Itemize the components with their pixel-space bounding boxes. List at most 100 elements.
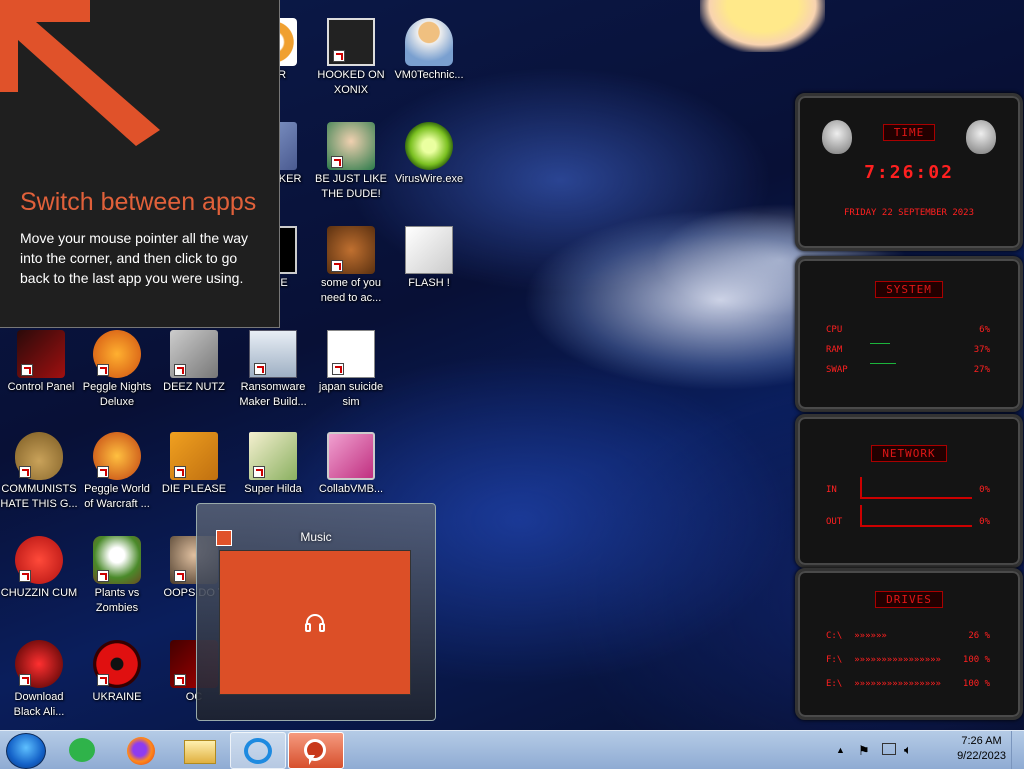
network-icon[interactable] [882, 743, 896, 755]
volume-icon[interactable]: 🔈︎ [904, 742, 912, 758]
icon-label: Plants vs Zombies [94, 587, 140, 614]
swap-bar [870, 363, 896, 364]
control-panel-icon [17, 330, 65, 378]
icon-label: HOOKED ON XONIX [317, 69, 385, 96]
drive-f-row: F:\»»»»»»»»»»»»»»»» 100 % [826, 655, 990, 665]
swap-row: SWAP 27% [826, 365, 990, 375]
tip-body: Move your mouse pointer all the way into… [20, 230, 248, 286]
desktop-icon-ransomware-maker[interactable]: Ransomware Maker Build... [234, 326, 312, 410]
windows-stack-icon [170, 330, 218, 378]
desktop-icon-control-panel[interactable]: Control Panel [2, 326, 80, 395]
internet-explorer-icon [244, 738, 272, 764]
date-readout: FRIDAY 22 SEPTEMBER 2023 [843, 208, 975, 218]
peggle-icon [93, 330, 141, 378]
taskbar-file-explorer[interactable] [172, 732, 226, 767]
icon-label: Super Hilda [244, 483, 302, 495]
radiation-icon [93, 640, 141, 688]
drives-widget: DRIVES C:\»»»»»» 26 % F:\»»»»»»»»»»»»»»»»… [795, 568, 1023, 720]
thumbnail-title: Music [300, 530, 332, 544]
technician-icon [405, 18, 453, 66]
document-icon [327, 330, 375, 378]
taskbar-internet-explorer[interactable] [230, 732, 286, 769]
icon-label: some of you need to ac... [320, 277, 382, 304]
action-center-flag-icon[interactable]: ⚑ [858, 743, 870, 759]
clock-readout: 7:26:02 [864, 162, 954, 183]
taskbar-clock[interactable]: 7:26 AM 9/22/2023 [957, 734, 1006, 764]
firefox-icon [127, 737, 155, 765]
maze-icon [327, 18, 375, 66]
time-widget: TIME 7:26:02 FRIDAY 22 SEPTEMBER 2023 [795, 93, 1023, 251]
desktop-icon-peggle-nights[interactable]: Peggle Nights Deluxe [78, 326, 156, 410]
icon-label: Download Black Ali... [13, 691, 65, 718]
chuzzle-icon [15, 536, 63, 584]
icon-label: DEEZ NUTZ [163, 381, 225, 393]
desktop-icon-peggle-wow[interactable]: Peggle World of Warcraft ... [78, 428, 156, 512]
money-bag-icon [15, 432, 63, 480]
system-tray: ▲ ⚑ 🔈︎ 7:26 AM 9/22/2023 [834, 731, 1024, 769]
peggle-icon [93, 432, 141, 480]
music-thumbnail-preview[interactable]: Music [196, 503, 436, 721]
desktop-icon-download-black-ali[interactable]: Download Black Ali... [0, 636, 78, 720]
santa-icon [327, 122, 375, 170]
icon-label: COMMUNISTS HATE THIS G... [0, 483, 78, 510]
desktop-icon-plants-vs-zombies[interactable]: Plants vs Zombies [78, 532, 156, 616]
ram-bar [870, 343, 890, 344]
icon-label: BE JUST LIKE THE DUDE! [315, 173, 387, 200]
network-in-graph [860, 477, 972, 499]
icon-label: CHUZZIN CUM [0, 587, 78, 599]
desktop-icon-die-please[interactable]: DIE PLEASE [155, 428, 233, 497]
drive-e-row: E:\»»»»»»»»»»»»»»»» 100 % [826, 679, 990, 689]
pixel-character-icon [249, 432, 297, 480]
desktop-icon-flash[interactable]: FLASH ! [390, 222, 468, 291]
show-desktop-button[interactable] [1011, 731, 1024, 769]
ram-row: RAM 37% [826, 345, 990, 355]
icon-label: Peggle World of Warcraft ... [84, 483, 150, 510]
icon-label: VM0Technic... [394, 69, 464, 81]
widget-title: DRIVES [798, 591, 1020, 608]
widget-title: NETWORK [798, 445, 1020, 462]
de-logo-icon [170, 432, 218, 480]
network-widget: NETWORK IN 0% OUT 0% [795, 414, 1023, 568]
desktop-icon-chuzzin[interactable]: CHUZZIN CUM [0, 532, 78, 601]
desktop-icon-communists[interactable]: COMMUNISTS HATE THIS G... [0, 428, 78, 512]
desktop-icon-japan-suicide-sim[interactable]: japan suicide sim [312, 326, 390, 410]
music-app-preview[interactable] [219, 550, 411, 695]
desktop-icon-be-just-like-the-dude[interactable]: BE JUST LIKE THE DUDE! [312, 118, 390, 202]
icon-label: CollabVMB... [318, 483, 384, 495]
mouse-cursor [309, 755, 315, 765]
icon-label: FLASH ! [408, 277, 450, 289]
headphones-icon [305, 614, 325, 632]
system-widget: SYSTEM CPU 6% RAM 37% SWAP 27% [795, 256, 1023, 412]
dog-icon [327, 226, 375, 274]
icon-label: japan suicide sim [318, 381, 384, 408]
cpu-row: CPU 6% [826, 325, 990, 335]
headphones-icon [304, 739, 326, 761]
start-button[interactable] [6, 733, 46, 769]
flash-document-icon [405, 226, 453, 274]
desktop-icon-viruswire[interactable]: VirusWire.exe [390, 118, 468, 187]
clock-time: 7:26 AM [961, 735, 1002, 747]
icon-label: Ransomware Maker Build... [239, 381, 307, 408]
folder-icon [184, 740, 216, 764]
desktop-icon-deez-nutz[interactable]: DEEZ NUTZ [155, 326, 233, 395]
icon-label: DIE PLEASE [161, 483, 227, 495]
clock-date: 9/22/2023 [957, 750, 1006, 762]
tip-title: Switch between apps [20, 188, 257, 216]
desktop-icon-some-of-you[interactable]: some of you need to ac... [312, 222, 390, 306]
desktop-icon-ukraine[interactable]: UKRAINE [78, 636, 156, 705]
window-screenshot-icon [249, 330, 297, 378]
corner-arrow-icon [0, 0, 160, 146]
taskbar-music[interactable] [288, 732, 344, 769]
taskbar: ▲ ⚑ 🔈︎ 7:26 AM 9/22/2023 [0, 730, 1024, 769]
switch-apps-tip: Switch between apps Move your mouse poin… [0, 0, 280, 328]
flower-icon [93, 536, 141, 584]
icon-label: VirusWire.exe [394, 173, 464, 185]
desktop-icon-super-hilda[interactable]: Super Hilda [234, 428, 312, 497]
alien-icon [15, 640, 63, 688]
desktop-icon-hooked-on-xonix[interactable]: HOOKED ON XONIX [312, 14, 390, 98]
desktop-icon-collabvm[interactable]: CollabVMB... [312, 428, 390, 497]
taskbar-firefox[interactable] [114, 732, 168, 767]
taskbar-chat-app[interactable] [56, 732, 110, 767]
desktop-icon-vm0technic[interactable]: VM0Technic... [390, 14, 468, 83]
show-hidden-icons-icon[interactable]: ▲ [836, 745, 845, 755]
